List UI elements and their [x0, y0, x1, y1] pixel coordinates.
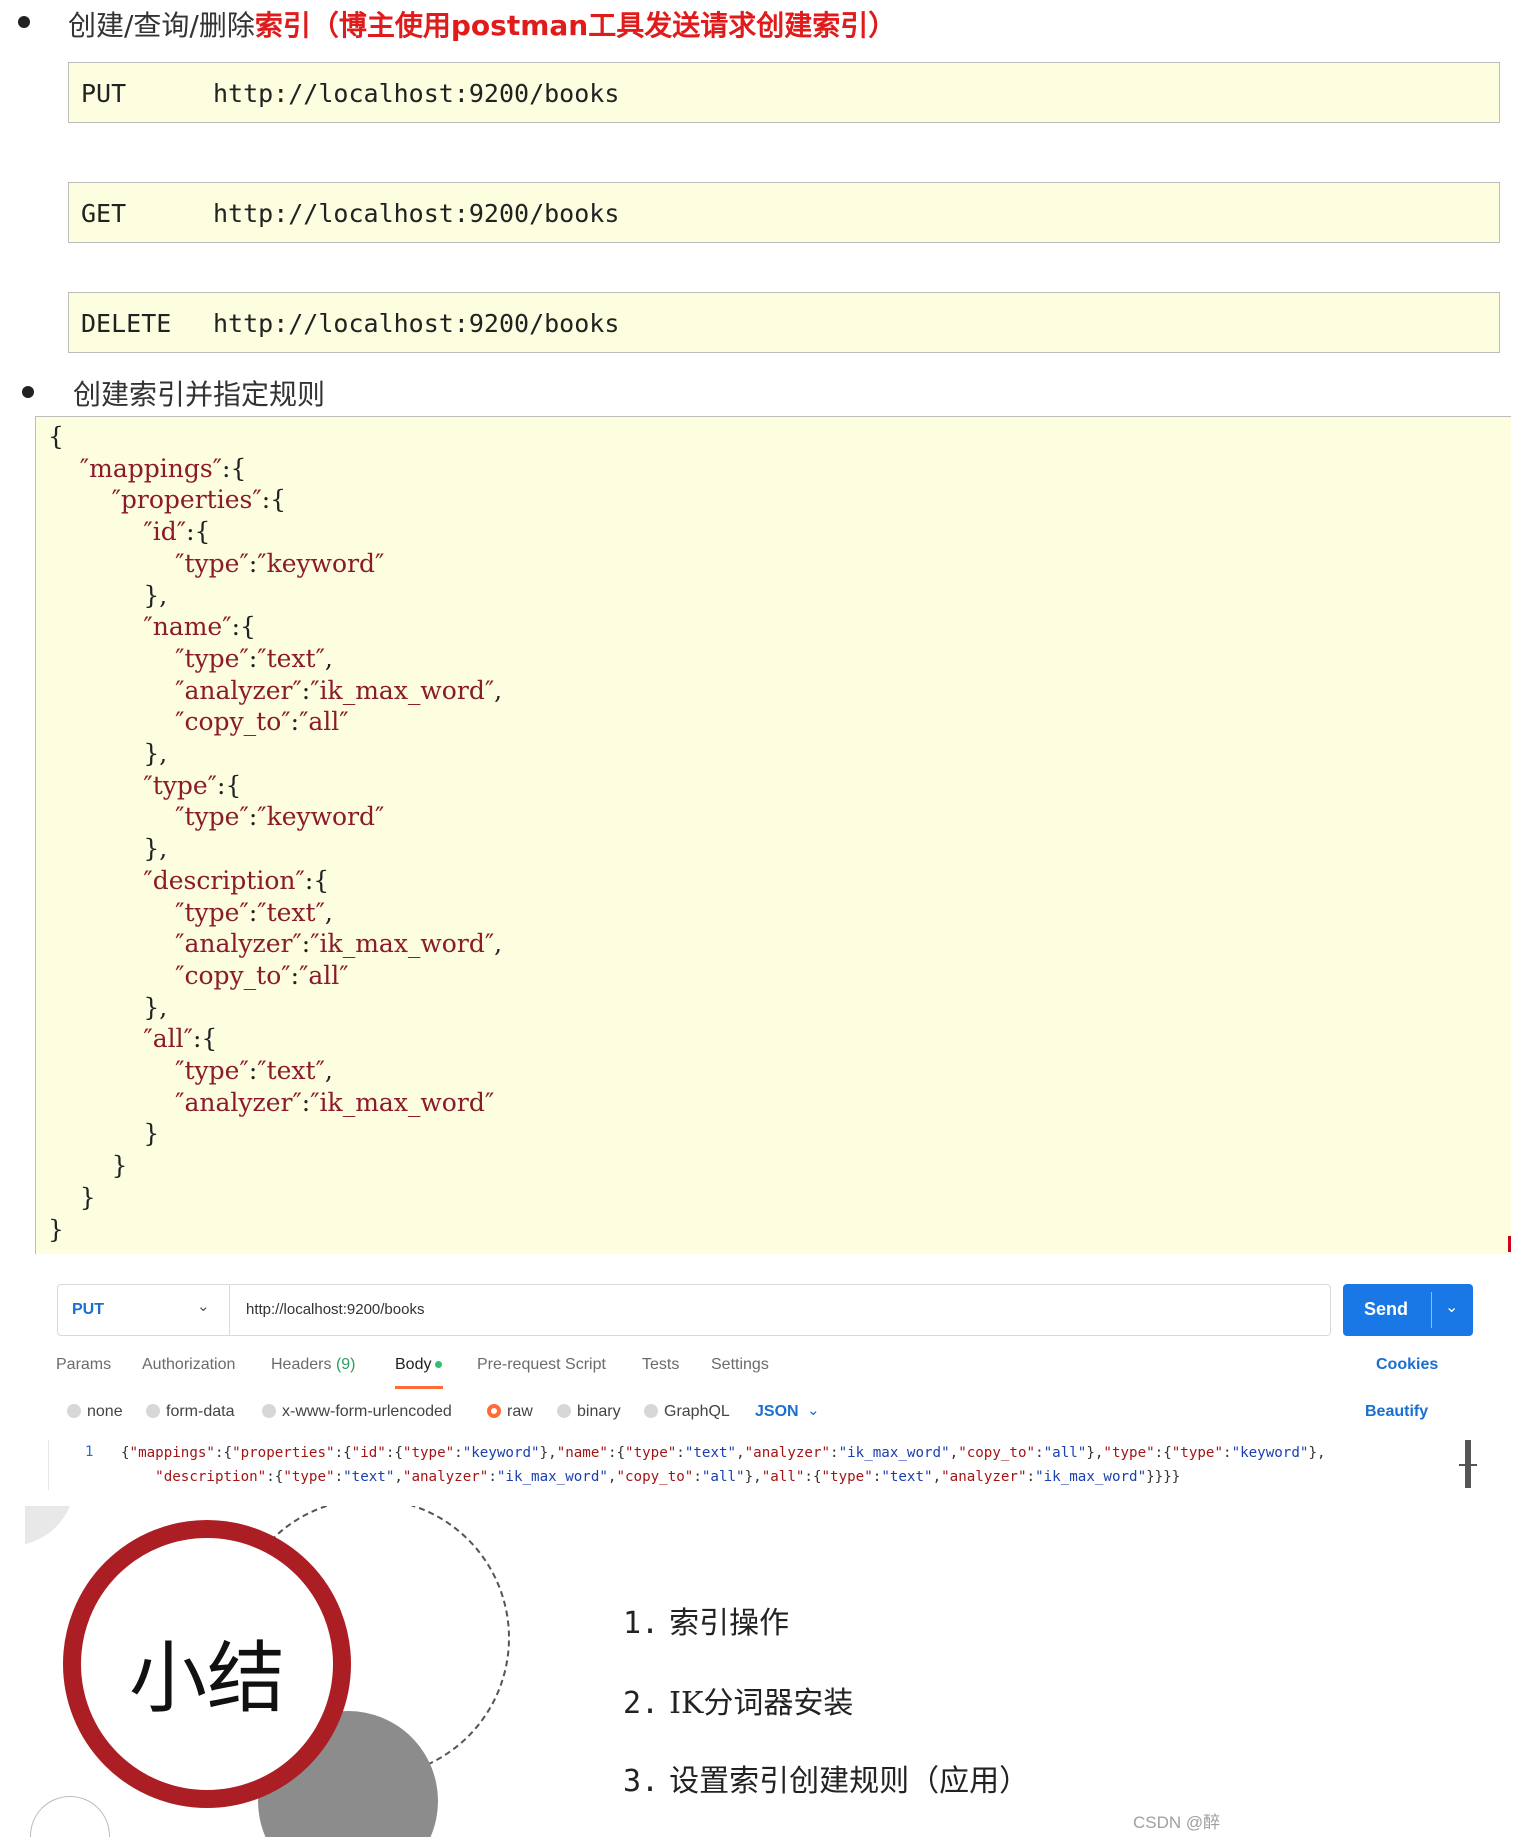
- summary-item-text: IK分词器安装: [669, 1686, 854, 1721]
- url-input[interactable]: http://localhost:9200/books: [246, 1301, 424, 1318]
- radio-icon: [644, 1404, 658, 1418]
- chevron-down-icon[interactable]: ⌄: [197, 1297, 210, 1315]
- decor-gray-circle: [25, 1506, 75, 1546]
- request-method: PUT: [81, 79, 127, 108]
- tab-headers-label: Headers: [271, 1356, 332, 1373]
- heading-highlight-text: 索引（博主使用postman工具发送请求创建索引）: [254, 9, 897, 42]
- radio-icon: [262, 1404, 276, 1418]
- url-bar-divider: [229, 1285, 230, 1335]
- json-code-text: { ″mappings″:{ ″properties″:{ ″id″:{ ″ty…: [48, 422, 503, 1244]
- tab-body[interactable]: Body: [395, 1356, 443, 1374]
- tab-settings[interactable]: Settings: [711, 1356, 769, 1374]
- tab-authorization[interactable]: Authorization: [142, 1356, 235, 1374]
- summary-slide: 小结 1. 索引操作 2. IK分词器安装 3. 设置索引创建规则（应用） CSDN …: [25, 1506, 1514, 1837]
- beautify-button[interactable]: Beautify: [1365, 1403, 1428, 1421]
- request-box-delete: DELETE http://localhost:9200/books: [68, 292, 1500, 353]
- summary-item-text: 设置索引创建规则（应用）: [669, 1764, 1030, 1799]
- radio-none-label: none: [87, 1403, 123, 1420]
- request-url: http://localhost:9200/books: [213, 309, 620, 338]
- bullet-icon: [22, 386, 34, 398]
- body-code-text[interactable]: {"mappings":{"properties":{"id":{"type":…: [121, 1442, 1326, 1489]
- body-editor[interactable]: 1 {"mappings":{"properties":{"id":{"type…: [48, 1440, 1477, 1490]
- json-code-block: { ″mappings″:{ ″properties″:{ ″id″:{ ″ty…: [35, 416, 1511, 1254]
- bullet-icon: [18, 16, 30, 28]
- tab-pre-request-script[interactable]: Pre-request Script: [477, 1356, 606, 1374]
- summary-item-number: 3.: [623, 1764, 660, 1799]
- send-button[interactable]: Send ⌄: [1343, 1284, 1473, 1336]
- summary-item: 1. 索引操作: [623, 1598, 789, 1642]
- send-divider: [1431, 1292, 1432, 1328]
- radio-form-data-label: form-data: [166, 1403, 235, 1420]
- request-method: GET: [81, 199, 127, 228]
- tab-headers[interactable]: Headers (9): [271, 1356, 356, 1374]
- request-url: http://localhost:9200/books: [213, 79, 620, 108]
- radio-graphql[interactable]: GraphQL: [644, 1403, 730, 1421]
- tab-params[interactable]: Params: [56, 1356, 111, 1374]
- decor-outline-circle: [30, 1796, 110, 1837]
- radio-icon: [557, 1404, 571, 1418]
- method-select[interactable]: PUT: [72, 1301, 104, 1319]
- tab-tests[interactable]: Tests: [642, 1356, 679, 1374]
- radio-binary-label: binary: [577, 1403, 621, 1420]
- chevron-down-icon[interactable]: ⌄: [1445, 1297, 1458, 1317]
- request-box-get: GET http://localhost:9200/books: [68, 182, 1500, 243]
- chevron-down-icon[interactable]: ⌄: [807, 1401, 820, 1419]
- summary-item: 2. IK分词器安装: [623, 1678, 853, 1722]
- summary-title: 小结: [128, 1634, 285, 1724]
- radio-none[interactable]: none: [67, 1403, 123, 1421]
- radio-form-data[interactable]: form-data: [146, 1403, 234, 1421]
- radio-icon: [146, 1404, 160, 1418]
- cookies-link[interactable]: Cookies: [1376, 1356, 1438, 1374]
- red-marker: [1508, 1236, 1511, 1252]
- format-select[interactable]: JSON: [755, 1403, 799, 1421]
- summary-item-number: 1.: [623, 1606, 660, 1641]
- summary-item: 3. 设置索引创建规则（应用）: [623, 1756, 1029, 1800]
- radio-binary[interactable]: binary: [557, 1403, 621, 1421]
- watermark: CSDN @醉: [1133, 1813, 1221, 1832]
- radio-selected-icon: [487, 1404, 501, 1418]
- tab-body-label: Body: [395, 1356, 432, 1373]
- radio-urlencoded-label: x-www-form-urlencoded: [282, 1403, 452, 1420]
- summary-item-text: 索引操作: [669, 1606, 790, 1641]
- headers-count: (9): [335, 1356, 356, 1373]
- heading-plain-text: 创建/查询/删除: [68, 9, 255, 42]
- request-method: DELETE: [81, 309, 172, 338]
- active-tab-indicator: [395, 1386, 443, 1389]
- section-heading-create-rules: 创建索引并指定规则: [73, 378, 326, 411]
- request-url: http://localhost:9200/books: [213, 199, 620, 228]
- radio-graphql-label: GraphQL: [664, 1403, 730, 1420]
- radio-raw-label: raw: [507, 1403, 533, 1420]
- send-button-label: Send: [1364, 1299, 1409, 1319]
- url-bar: PUT ⌄ http://localhost:9200/books: [57, 1284, 1331, 1336]
- line-number: 1: [85, 1444, 94, 1460]
- postman-request-panel: PUT ⌄ http://localhost:9200/books Send ⌄…: [25, 1268, 1495, 1500]
- request-box-put: PUT http://localhost:9200/books: [68, 62, 1500, 123]
- radio-icon: [67, 1404, 81, 1418]
- section-heading-index-ops: 创建/查询/删除索引（博主使用postman工具发送请求创建索引）: [68, 4, 896, 44]
- radio-raw[interactable]: raw: [487, 1403, 533, 1421]
- radio-urlencoded[interactable]: x-www-form-urlencoded: [262, 1403, 452, 1421]
- summary-item-number: 2.: [623, 1686, 660, 1721]
- status-dot-icon: [435, 1361, 443, 1369]
- summary-title-ring: 小结: [63, 1520, 351, 1808]
- editor-scrollbar-cap: [1459, 1464, 1477, 1466]
